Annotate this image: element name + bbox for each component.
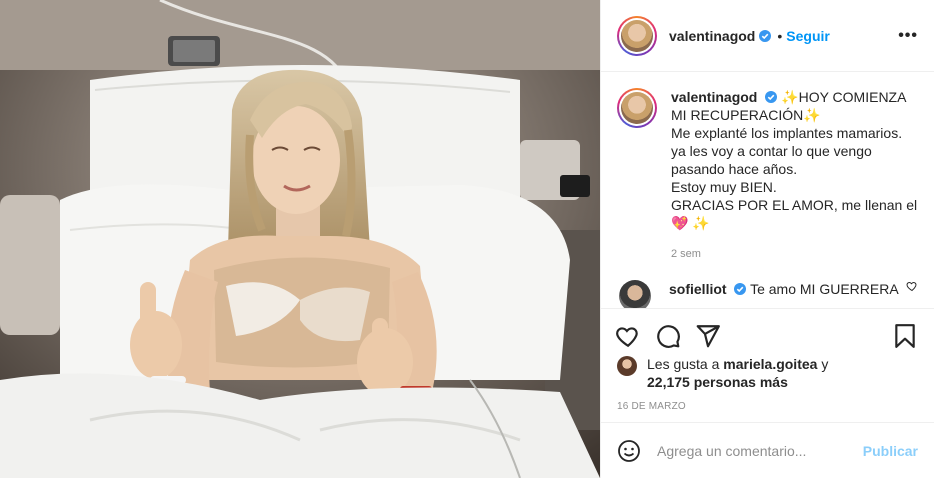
- separator-dot: •: [777, 27, 783, 44]
- liker-avatar[interactable]: [617, 356, 637, 376]
- post-photo-illustration: [0, 0, 600, 478]
- publish-button[interactable]: Publicar: [863, 443, 918, 459]
- post-photo[interactable]: [0, 0, 600, 478]
- likes-summary: Les gusta a mariela.goitea y 22,175 pers…: [617, 355, 918, 391]
- comment-item: sofielliot Te amo MI GUERRERA: [617, 280, 918, 308]
- comment-text: sofielliot Te amo MI GUERRERA: [669, 280, 899, 298]
- verified-badge-icon: [734, 283, 747, 295]
- comments-area[interactable]: valentinagod ✨HOY COMIENZA MI RECUPERACI…: [601, 72, 934, 308]
- verified-badge-icon: [759, 29, 772, 42]
- author-avatar[interactable]: [617, 15, 657, 56]
- comment-username[interactable]: sofielliot: [669, 281, 727, 297]
- post-header: valentinagod • Seguir •••: [601, 0, 934, 72]
- caption-line-5: GRACIAS POR EL AMOR, me llenan el: [671, 197, 918, 213]
- sparkles-icon: ✨: [692, 215, 710, 231]
- share-icon[interactable]: [695, 323, 721, 349]
- commenter-avatar[interactable]: [619, 280, 651, 308]
- post-date[interactable]: 16 DE MARZO: [617, 401, 686, 412]
- caption-line-3: ya les voy a contar lo que vengo pasando…: [671, 143, 872, 177]
- sparkles-icon: ✨: [803, 107, 821, 123]
- action-bar: [601, 308, 934, 352]
- follow-button[interactable]: Seguir: [786, 28, 830, 44]
- post-side-panel: valentinagod • Seguir ••• valentinagod ✨…: [600, 0, 934, 478]
- caption: valentinagod ✨HOY COMIENZA MI RECUPERACI…: [617, 88, 918, 260]
- caption-line-4: Estoy muy BIEN.: [671, 179, 777, 195]
- comment-like-icon[interactable]: [906, 280, 918, 292]
- comment-input[interactable]: [657, 442, 855, 459]
- heart-icon[interactable]: [615, 323, 641, 349]
- comment-icon[interactable]: [655, 323, 681, 349]
- emoji-icon[interactable]: [617, 439, 641, 463]
- verified-badge-icon: [765, 91, 778, 103]
- sparkles-icon: ✨: [781, 89, 799, 105]
- bookmark-icon[interactable]: [892, 323, 918, 349]
- liker-username[interactable]: mariela.goitea: [723, 356, 817, 372]
- likes-text: Les gusta a mariela.goitea y 22,175 pers…: [647, 355, 828, 391]
- more-options-button[interactable]: •••: [898, 27, 918, 45]
- add-comment-bar: Publicar: [601, 422, 934, 478]
- likes-conjunction: y: [821, 356, 829, 372]
- caption-line-2: Me explanté los implantes mamarios.: [671, 125, 903, 141]
- caption-text: valentinagod ✨HOY COMIENZA MI RECUPERACI…: [671, 88, 921, 232]
- comment-body: Te amo MI GUERRERA: [750, 281, 899, 297]
- caption-time[interactable]: 2 sem: [671, 248, 921, 260]
- likes-prefix: Les gusta a: [647, 356, 720, 372]
- caption-username[interactable]: valentinagod: [671, 89, 757, 105]
- likes-count[interactable]: 22,175 personas más: [647, 374, 788, 390]
- sparkling-heart-icon: 💖: [671, 215, 689, 231]
- caption-avatar[interactable]: [617, 88, 657, 128]
- author-username[interactable]: valentinagod: [669, 28, 755, 44]
